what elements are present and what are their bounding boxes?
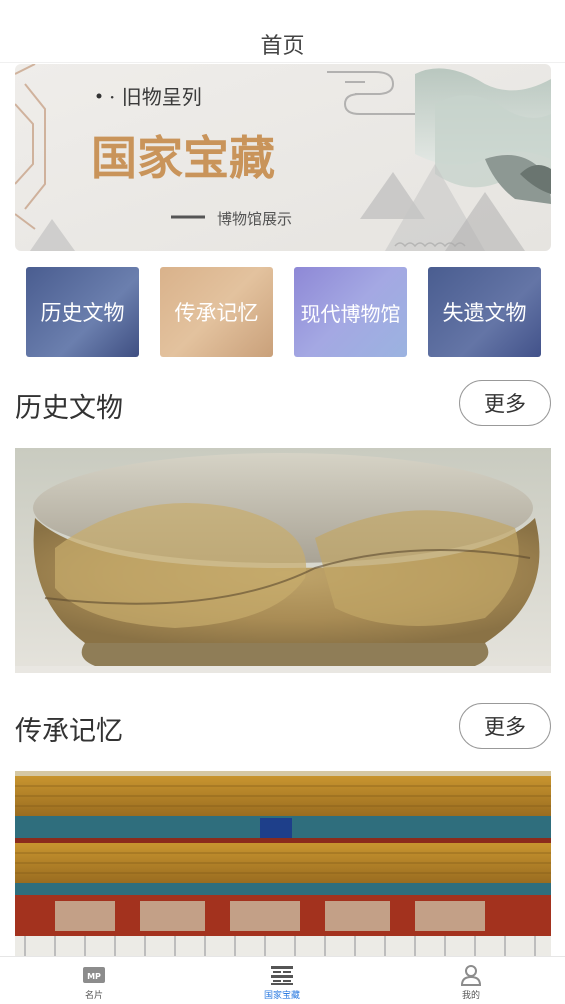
user-icon xyxy=(460,965,482,986)
tab-label: 我的 xyxy=(461,991,480,1001)
treasure-icon xyxy=(271,966,293,985)
tab-card[interactable]: MP 名片 xyxy=(44,961,144,1003)
hero-banner[interactable]: · 旧物呈列 国家宝藏 博物馆展示 xyxy=(15,64,551,251)
more-button[interactable]: 更多 xyxy=(459,703,551,749)
bottom-tab-bar: MP 名片 国家宝藏 我的 xyxy=(0,956,565,1004)
tab-label: 国家宝藏 xyxy=(263,991,300,1001)
section-title: 传承记忆 xyxy=(15,716,123,747)
section-header-history: 历史文物 更多 xyxy=(15,380,551,426)
forbidden-city-photo xyxy=(15,771,551,956)
nav-bar: 首页 xyxy=(0,0,565,63)
category-history-relics-button[interactable]: 历史文物 xyxy=(26,267,139,357)
svg-text:MP: MP xyxy=(87,972,101,981)
history-relic-image[interactable] xyxy=(15,448,551,673)
category-modern-museum-button[interactable]: 现代博物馆 xyxy=(294,267,407,357)
category-heritage-memory-button[interactable]: 传承记忆 xyxy=(160,267,273,357)
more-button[interactable]: 更多 xyxy=(459,380,551,426)
banner-headline: 国家宝藏 xyxy=(91,131,275,185)
tab-mine[interactable]: 我的 xyxy=(421,961,521,1003)
category-lost-relics-button[interactable]: 失遗文物 xyxy=(428,267,541,357)
mp-card-icon: MP xyxy=(83,967,105,983)
page-title: 首页 xyxy=(260,34,305,59)
jade-bowl-photo xyxy=(15,448,551,673)
section-header-heritage: 传承记忆 更多 xyxy=(15,703,551,749)
section-title: 历史文物 xyxy=(15,393,123,424)
heritage-image[interactable] xyxy=(15,771,551,956)
category-row: 历史文物 传承记忆 现代博物馆 失遗文物 xyxy=(26,267,542,357)
banner-artwork: · 旧物呈列 国家宝藏 博物馆展示 xyxy=(15,64,551,251)
tab-treasure[interactable]: 国家宝藏 xyxy=(232,961,332,1003)
banner-tag: · 旧物呈列 xyxy=(109,85,202,109)
tab-label: 名片 xyxy=(84,991,103,1001)
banner-caption: 博物馆展示 xyxy=(217,210,292,228)
